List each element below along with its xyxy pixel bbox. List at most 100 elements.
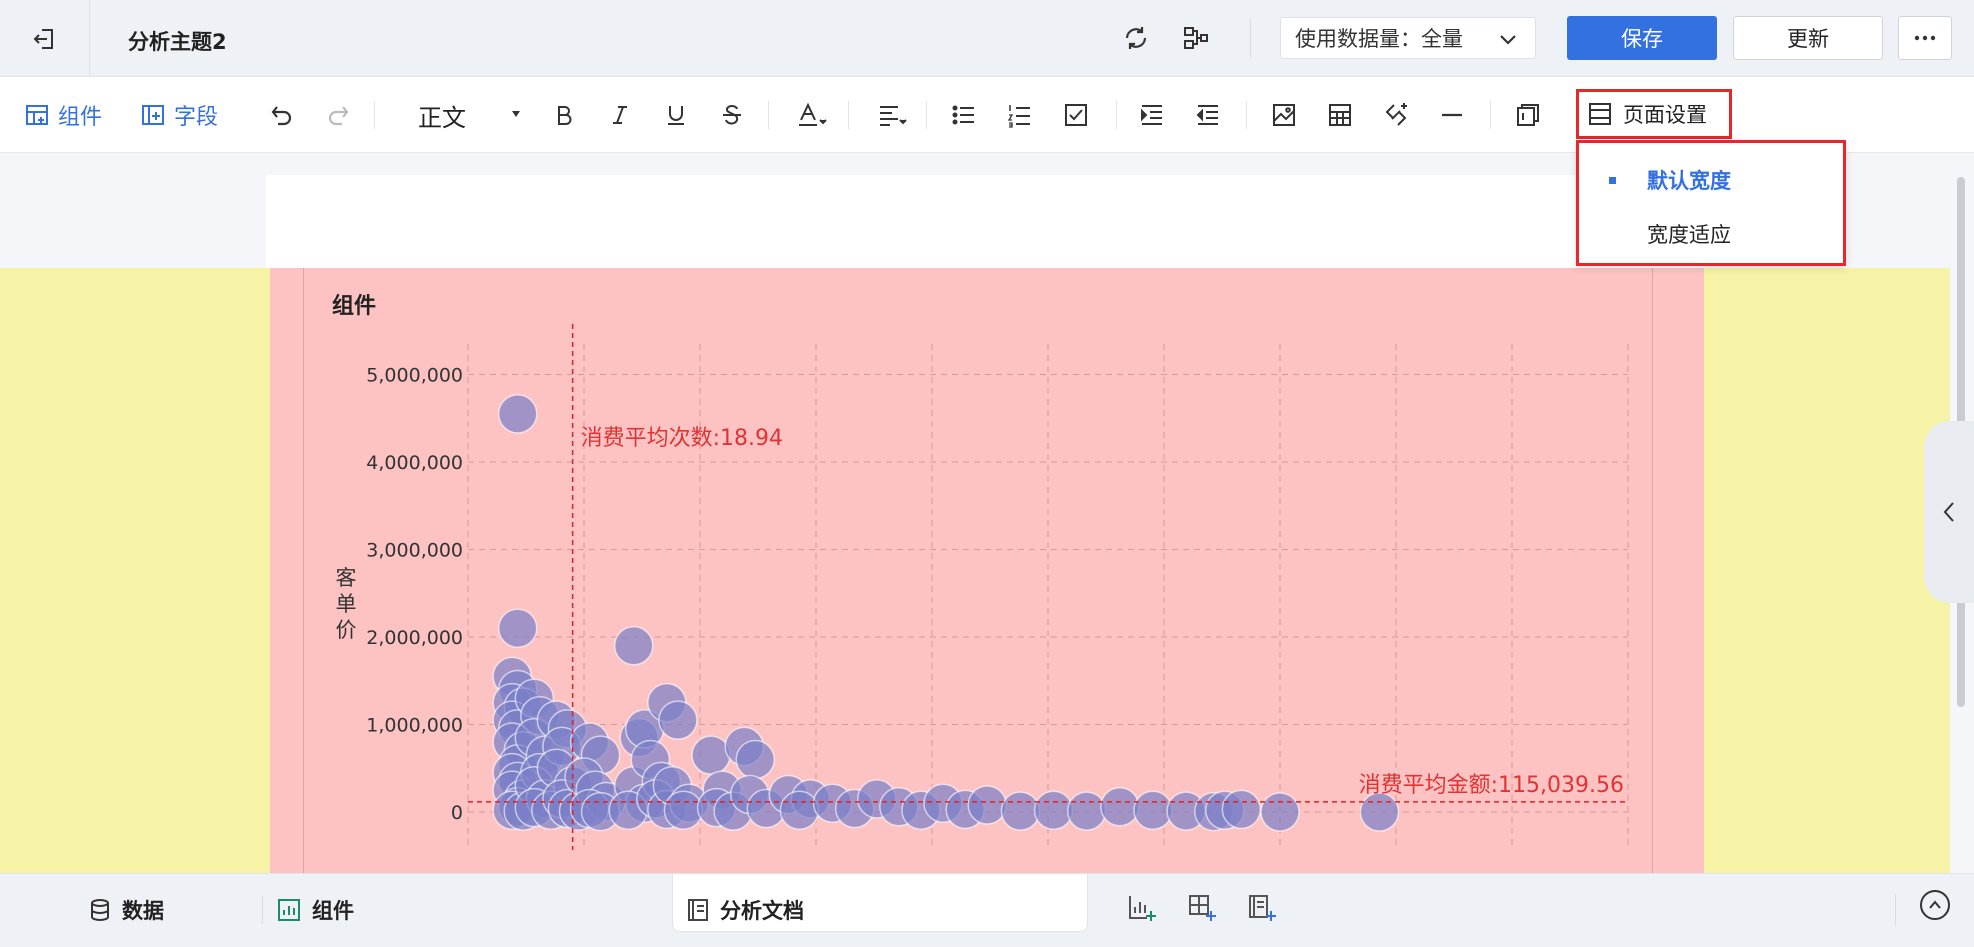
underline-button[interactable] <box>656 95 696 135</box>
insert-image-button[interactable] <box>1264 95 1304 135</box>
y-tick-label: 4,000,000 <box>366 452 463 474</box>
data-point <box>613 626 654 666</box>
data-point <box>1221 789 1262 830</box>
widget-title: 组件 <box>332 294 377 319</box>
toolbar-divider <box>374 101 375 129</box>
text-style-select[interactable]: 正文 <box>418 95 526 135</box>
data-point <box>735 739 775 780</box>
data-point <box>779 790 820 830</box>
chevron-up-icon <box>1929 900 1941 909</box>
component-icon <box>26 105 48 125</box>
data-point <box>663 790 704 830</box>
more-button[interactable] <box>1898 16 1952 60</box>
tab-analysis-doc[interactable]: 分析文档 <box>686 888 804 932</box>
tab-data[interactable]: 数据 <box>88 888 164 932</box>
add-component-button[interactable] <box>1122 888 1162 928</box>
caret-down-icon <box>512 111 520 117</box>
exit-button[interactable] <box>0 0 90 77</box>
toolbar-divider <box>768 101 769 129</box>
data-point <box>691 735 731 775</box>
text-style-value: 正文 <box>418 103 466 132</box>
align-button[interactable] <box>872 95 912 135</box>
toolbar-divider <box>1116 101 1117 129</box>
component-button[interactable]: 组件 <box>24 95 102 135</box>
strikethrough-icon <box>723 104 741 125</box>
insert-link-button[interactable] <box>1376 95 1416 135</box>
checkbox-icon <box>1065 104 1087 126</box>
scatter-chart[interactable]: 6,000,0005,000,0004,000,0003,000,0002,00… <box>303 323 1653 873</box>
data-usage-value: 全量 <box>1421 27 1463 51</box>
header-divider <box>1250 18 1251 58</box>
selected-bullet-icon <box>1609 177 1616 184</box>
font-color-button[interactable] <box>792 95 832 135</box>
y-tick-label: 3,000,000 <box>366 540 463 562</box>
add-dashboard-button[interactable] <box>1182 888 1222 928</box>
data-point <box>497 608 538 648</box>
tab-divider <box>262 896 263 924</box>
redo-button[interactable] <box>318 95 358 135</box>
chevron-down-icon <box>1500 35 1516 45</box>
avg-count-label: 消费平均次数:18.94 <box>581 426 783 451</box>
document-page <box>266 175 1706 271</box>
page-setting-button[interactable]: 页面设置 <box>1576 89 1732 139</box>
page-setting-menu: 默认宽度 宽度适应 <box>1576 140 1846 266</box>
flow-icon <box>1184 27 1208 49</box>
numbered-list-button[interactable] <box>1000 95 1040 135</box>
page-title: 分析主题2 <box>128 30 227 54</box>
y-tick-label: 2,000,000 <box>366 627 463 649</box>
y-tick-label: 5,000,000 <box>366 365 463 387</box>
data-point <box>1000 791 1041 831</box>
menu-item-fit-width[interactable]: 宽度适应 <box>1579 209 1843 259</box>
layout-icon <box>1517 104 1539 126</box>
y-tick-label: 0 <box>451 802 463 824</box>
bullet-list-button[interactable] <box>944 95 984 135</box>
tab-divider <box>1895 894 1896 926</box>
relation-button[interactable] <box>1180 22 1212 54</box>
data-point <box>1359 792 1400 832</box>
toolbar-divider <box>1246 101 1247 129</box>
numbered-list-icon <box>1007 105 1030 128</box>
tab-component[interactable]: 组件 <box>276 888 354 932</box>
insert-table-button[interactable] <box>1320 95 1360 135</box>
more-icon <box>1914 35 1936 41</box>
bullet-list-icon <box>952 105 974 125</box>
undo-button[interactable] <box>262 95 302 135</box>
add-document-button[interactable] <box>1242 888 1282 928</box>
outdent-button[interactable] <box>1188 95 1228 135</box>
data-point <box>658 700 698 740</box>
collapse-panel-button[interactable] <box>1920 890 1950 920</box>
font-color-icon <box>799 102 827 126</box>
update-button[interactable]: 更新 <box>1733 16 1883 60</box>
horizontal-rule-button[interactable] <box>1432 95 1472 135</box>
add-dashboard-icon <box>1189 895 1216 921</box>
menu-item-default-width[interactable]: 默认宽度 <box>1579 155 1843 205</box>
data-point <box>1066 791 1107 831</box>
image-icon <box>1273 104 1295 126</box>
refresh-icon <box>1125 27 1147 49</box>
bold-button[interactable] <box>544 95 584 135</box>
page-setting-label: 页面设置 <box>1623 103 1707 127</box>
italic-icon <box>613 106 627 124</box>
bar-chart-icon <box>278 899 300 921</box>
indent-button[interactable] <box>1132 95 1172 135</box>
data-point <box>1260 792 1300 832</box>
data-usage-separator: ： <box>1400 27 1421 51</box>
tab-data-label: 数据 <box>122 899 164 923</box>
data-usage-select[interactable]: 使用数据量 ： 全量 <box>1280 17 1536 59</box>
save-button[interactable]: 保存 <box>1567 16 1717 60</box>
field-icon <box>142 105 164 125</box>
tab-analysis-doc-label: 分析文档 <box>720 899 804 923</box>
toolbar-divider <box>926 101 927 129</box>
exit-icon <box>33 28 53 49</box>
refresh-button[interactable] <box>1120 22 1152 54</box>
align-left-icon <box>880 106 907 126</box>
checklist-button[interactable] <box>1056 95 1096 135</box>
italic-button[interactable] <box>600 95 640 135</box>
tab-component-label: 组件 <box>312 899 354 923</box>
field-button[interactable]: 字段 <box>140 95 218 135</box>
side-panel-toggle[interactable] <box>1924 421 1974 603</box>
strikethrough-button[interactable] <box>712 95 752 135</box>
page-setting-icon <box>1589 103 1611 125</box>
layout-button[interactable] <box>1508 95 1548 135</box>
add-document-icon <box>1249 895 1276 921</box>
